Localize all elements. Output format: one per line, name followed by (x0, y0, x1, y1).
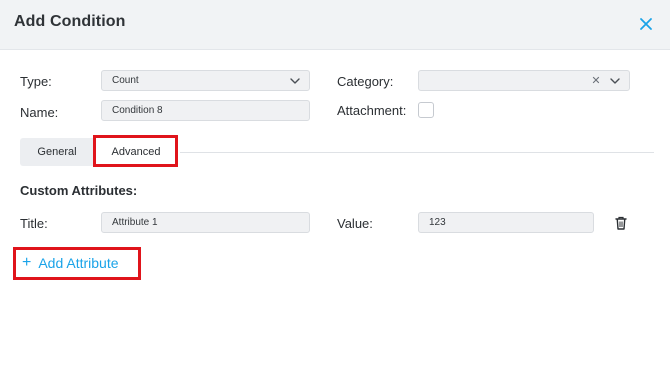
add-attribute-highlight (13, 247, 141, 280)
attribute-value-label: Value: (337, 216, 373, 231)
dialog-header: Add Condition (0, 0, 670, 50)
custom-attributes-heading: Custom Attributes: (20, 183, 138, 198)
name-label: Name: (20, 105, 59, 120)
dialog-title: Add Condition (14, 13, 126, 30)
chevron-down-icon[interactable] (287, 73, 303, 89)
type-select[interactable]: Count (101, 70, 310, 91)
type-label: Type: (20, 74, 52, 89)
attachment-label: Attachment: (337, 103, 407, 118)
category-select[interactable]: ✕ (418, 70, 630, 91)
advanced-tab-highlight (93, 135, 178, 167)
attribute-value-value: 123 (429, 217, 446, 228)
close-icon[interactable] (636, 14, 656, 34)
name-value: Condition 8 (112, 105, 163, 116)
tab-general[interactable]: General (20, 138, 94, 166)
trash-icon[interactable] (612, 214, 630, 232)
type-value: Count (112, 75, 139, 86)
tab-divider (180, 152, 654, 153)
attribute-title-input[interactable]: Attribute 1 (101, 212, 310, 233)
chevron-down-icon[interactable] (607, 73, 623, 89)
name-input[interactable]: Condition 8 (101, 100, 310, 121)
attribute-title-label: Title: (20, 216, 48, 231)
clear-x-icon[interactable]: ✕ (589, 73, 603, 89)
tab-general-label: General (37, 146, 77, 158)
attachment-checkbox[interactable] (418, 102, 434, 118)
attribute-value-input[interactable]: 123 (418, 212, 594, 233)
attribute-title-value: Attribute 1 (112, 217, 158, 228)
category-label: Category: (337, 74, 394, 89)
